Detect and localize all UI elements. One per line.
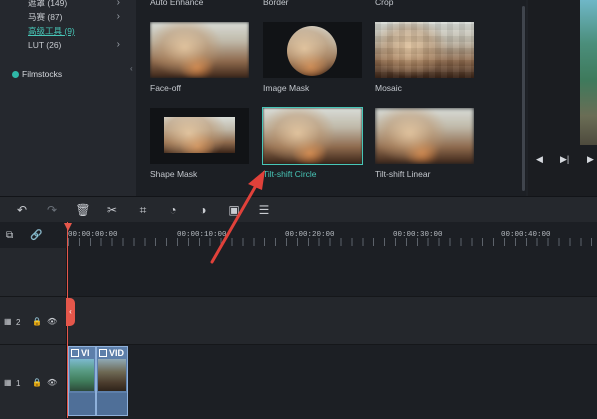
next-frame-button[interactable]: ▶ (587, 154, 594, 165)
effects-category-sidebar: 遮罩 (149) › 马赛 (87) › 高级工具 (9) LUT (26) ›… (0, 0, 136, 196)
timecode-20: 00:00:20:00 (285, 231, 335, 239)
filmstocks-link[interactable]: Filmstocks (12, 68, 62, 80)
effect-label-image-mask: Image Mask (263, 83, 310, 93)
thumbnail-image (375, 22, 474, 78)
effect-thumb-image-mask[interactable] (263, 22, 362, 78)
effect-label-border: Border (263, 0, 289, 7)
effect-thumb-shape-mask[interactable] (150, 108, 249, 164)
thumbnail-image (164, 117, 235, 153)
effect-label-face-off: Face-off (150, 83, 182, 93)
timeline-empty-area[interactable] (0, 248, 597, 296)
undo-icon[interactable]: ↶ (14, 202, 30, 218)
track-header-2: ▦ 2 🔒 👁 (0, 297, 67, 345)
effect-label-tilt-shift-circle: Tilt-shift Circle (263, 169, 317, 179)
timecode-0: 00:00:00:00 (68, 231, 118, 239)
video-clip[interactable]: VI (68, 346, 96, 416)
film-icon: ▦ (4, 317, 12, 326)
speed-icon[interactable]: ◔ (165, 202, 181, 218)
clip-body (97, 393, 127, 415)
thumbnail-image (150, 22, 249, 78)
track-number: 1 (16, 379, 21, 388)
eye-icon[interactable]: 👁 (47, 378, 57, 387)
film-icon (71, 349, 79, 357)
link-icon[interactable]: 🔗 (30, 230, 42, 241)
filmstocks-label: Filmstocks (22, 69, 63, 79)
track-header-1: ▦ 1 🔒 👁 (0, 345, 67, 419)
timecode-40: 00:00:40:00 (501, 231, 551, 239)
green-screen-icon[interactable]: ▣ (226, 202, 242, 218)
redo-icon[interactable]: ↷ (44, 202, 60, 218)
preview-video-frame (580, 0, 597, 145)
effect-label-mosaic: Mosaic (375, 83, 402, 93)
playhead-handle[interactable]: ‹ (66, 298, 75, 326)
clip-label: VI (81, 348, 90, 358)
chevron-right-icon: › (116, 0, 120, 8)
effect-label-auto-enhance: Auto Enhance (150, 0, 204, 7)
video-clip[interactable]: VID (96, 346, 128, 416)
thumbnail-image (375, 108, 474, 164)
audio-mixer-icon[interactable]: ☰ (256, 202, 272, 218)
ruler-ticks (68, 238, 597, 246)
effect-thumb-tilt-shift-circle[interactable] (262, 107, 363, 165)
chevron-right-icon: › (116, 11, 120, 22)
sidebar-item-advanced-tools[interactable]: 高级工具 (9) (28, 24, 136, 38)
filmstocks-icon (12, 71, 19, 78)
clip-body (69, 393, 95, 415)
playhead-marker[interactable] (64, 223, 72, 231)
lock-icon[interactable]: 🔒 (32, 317, 42, 326)
video-track-2[interactable]: ▦ 2 🔒 👁 (0, 296, 597, 345)
chevron-right-icon: › (116, 39, 120, 50)
track-header-empty (0, 248, 67, 296)
clip-thumbnail (70, 359, 94, 391)
effects-grid: Auto Enhance Border Crop Face-off Image … (136, 0, 526, 196)
effects-scrollbar[interactable] (522, 6, 525, 191)
timeline-ruler[interactable]: ⧉ 🔗 00:00:00:00 00:00:10:00 00:00:20:00 … (0, 222, 597, 248)
effect-thumb-face-off[interactable] (150, 22, 249, 78)
thumbnail-image (263, 108, 362, 164)
clip-label: VID (109, 348, 125, 358)
timecode-30: 00:00:30:00 (393, 231, 443, 239)
sidebar-item-mosaic[interactable]: 马赛 (87) › (28, 10, 136, 24)
effect-label-shape-mask: Shape Mask (150, 169, 198, 179)
thumbnail-image (287, 26, 337, 76)
cut-icon[interactable]: ✂ (104, 202, 120, 218)
sidebar-item-masks[interactable]: 遮罩 (149) › (28, 0, 136, 10)
color-icon[interactable]: ◑ (195, 202, 211, 218)
sidebar-item-label: LUT (26) (28, 40, 62, 50)
previous-frame-button[interactable]: ◀ (536, 154, 543, 165)
effect-thumb-tilt-shift-linear[interactable] (375, 108, 474, 164)
collapse-sidebar-icon[interactable]: ‹ (130, 64, 133, 73)
timeline-toolbar: ↶ ↷ 🗑 ✂ ⌗ ◔ ◑ ▣ ☰ (0, 196, 597, 223)
lock-icon[interactable]: 🔒 (32, 378, 42, 387)
play-button[interactable]: ▶| (560, 154, 569, 165)
sidebar-item-label: 遮罩 (149) (28, 0, 68, 8)
track-number: 2 (16, 318, 21, 327)
timecode-10: 00:00:10:00 (177, 231, 227, 239)
film-icon (99, 349, 107, 357)
delete-icon[interactable]: 🗑 (75, 202, 91, 218)
sidebar-item-lut[interactable]: LUT (26) › (28, 38, 136, 52)
effect-thumb-mosaic[interactable] (375, 22, 474, 78)
clip-thumbnail (98, 359, 126, 391)
sidebar-item-label: 高级工具 (9) (28, 26, 75, 36)
effect-label-crop: Crop (375, 0, 394, 7)
film-icon: ▦ (4, 378, 12, 387)
eye-icon[interactable]: 👁 (47, 317, 57, 326)
crop-icon[interactable]: ⌗ (135, 202, 151, 218)
effect-label-tilt-shift-linear: Tilt-shift Linear (375, 169, 431, 179)
add-track-icon[interactable]: ⧉ (6, 230, 13, 241)
sidebar-item-label: 马赛 (87) (28, 12, 63, 22)
